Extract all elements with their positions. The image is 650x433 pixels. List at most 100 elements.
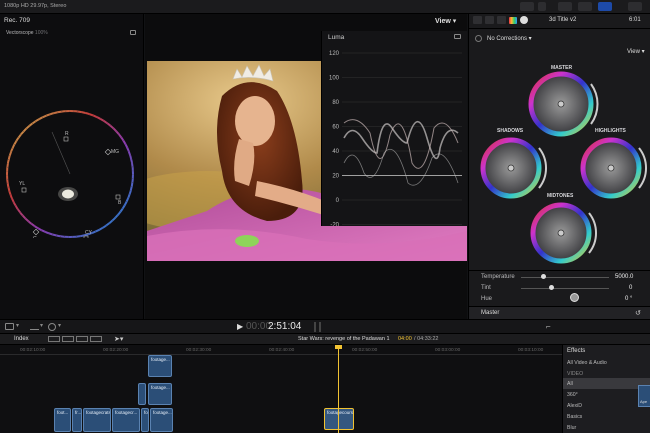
- effects-category[interactable]: All Video & Audio: [563, 357, 650, 368]
- svg-text:CY: CY: [85, 230, 93, 236]
- film-icon[interactable]: [473, 16, 482, 24]
- timeline[interactable]: 00:02:10:00 00:02:20:00 00:02:30:00 00:0…: [0, 345, 562, 433]
- view-menu[interactable]: View ▾: [435, 17, 456, 25]
- settings-icon[interactable]: [130, 30, 136, 35]
- format-meta: 1080p HD 29.97p, Stereo: [4, 3, 67, 9]
- timecode[interactable]: 2:51:04: [268, 321, 301, 332]
- luma-tick-label: 60: [332, 125, 339, 131]
- timeline-clip[interactable]: footage...: [150, 408, 173, 432]
- effects-category[interactable]: AlexiD: [563, 400, 650, 411]
- current-time: 04:00: [398, 336, 412, 342]
- info-icon[interactable]: [520, 16, 528, 24]
- selected-clip[interactable]: footagecourses: [324, 408, 354, 430]
- ruler-tick: 00:02:10:00: [20, 348, 46, 353]
- vectorscope-graph: R MG B CY G YL: [6, 110, 134, 238]
- inspector-footer: Master ↺: [469, 306, 650, 319]
- vectorscope-panel: Rec. 709 Vectorscope 100% R MG B CY G YL: [0, 14, 144, 319]
- connected-clip[interactable]: footage...: [148, 383, 172, 405]
- color-board-icon[interactable]: [475, 35, 482, 42]
- luma-tick-label: 120: [329, 51, 340, 57]
- connected-clip[interactable]: footage...: [148, 355, 172, 377]
- audio-icon[interactable]: [485, 16, 494, 24]
- reset-icon[interactable]: ↺: [635, 309, 641, 317]
- play-icon[interactable]: ▶: [237, 322, 243, 331]
- tint-knob[interactable]: [549, 285, 554, 290]
- temperature-knob[interactable]: [541, 274, 546, 279]
- luma-settings-icon[interactable]: [454, 34, 461, 39]
- luma-tick-label: 40: [332, 149, 339, 155]
- wheel-label-shadows: SHADOWS: [497, 128, 524, 134]
- effects-category[interactable]: Basics: [563, 411, 650, 422]
- speed-icon[interactable]: [48, 323, 56, 331]
- top-bar: 1080p HD 29.97p, Stereo: [0, 0, 650, 14]
- share-icon[interactable]: [520, 2, 534, 11]
- luma-tick-label: 0: [336, 198, 340, 204]
- color-inspector: 3d Title v2 6:01 No Corrections ▾ View ▾: [468, 14, 650, 319]
- index-button[interactable]: Index: [14, 336, 29, 342]
- effect-thumbnail[interactable]: Ape: [638, 385, 650, 407]
- wheel-label-highlights: HIGHLIGHTS: [595, 128, 626, 134]
- luma-tick-label: 100: [329, 76, 340, 82]
- effects-browser: Effects All Video & Audio VIDEO All 360°…: [562, 345, 650, 433]
- timeline-clip[interactable]: foot...: [54, 408, 71, 432]
- clip-appearance-icon[interactable]: [48, 336, 60, 342]
- inspector-toggle-icon[interactable]: [598, 2, 612, 11]
- color-icon[interactable]: [509, 17, 517, 24]
- timeline-clip[interactable]: footagecrats...: [83, 408, 111, 432]
- viewer: View ▾ Luma 120 100 80 60 40 20 0 -20: [145, 14, 467, 319]
- hue-value[interactable]: 0 °: [625, 296, 632, 302]
- timeline-ruler[interactable]: 00:02:10:00 00:02:20:00 00:02:30:00 00:0…: [0, 345, 562, 355]
- timeline-toolbar: ▾ ▾ ▾ ▶ 00:00 2:51:04 ⌐: [0, 319, 650, 334]
- wheel-label-midtones: MIDTONES: [547, 193, 574, 199]
- luma-tick-label: -20: [330, 223, 339, 227]
- tint-slider[interactable]: [521, 288, 609, 289]
- playhead-handle[interactable]: [335, 345, 342, 349]
- svg-text:R: R: [65, 131, 69, 137]
- connected-clip-stub[interactable]: [138, 383, 146, 405]
- luma-label: Luma: [328, 34, 345, 41]
- ruler-tick: 00:02:40:00: [269, 348, 295, 353]
- effects-header: Effects: [567, 348, 586, 354]
- insert-icon[interactable]: [76, 336, 88, 342]
- grid-view-icon[interactable]: [558, 2, 572, 11]
- hue-dial[interactable]: [570, 293, 579, 302]
- svg-text:G: G: [33, 236, 37, 238]
- effects-category[interactable]: All: [563, 378, 650, 389]
- trim-icon[interactable]: [30, 323, 39, 330]
- ruler-tick: 00:02:20:00: [103, 348, 129, 353]
- inspector-view-menu[interactable]: View ▾: [627, 48, 645, 55]
- temperature-slider[interactable]: [521, 277, 609, 278]
- clip-duration: 6:01: [629, 17, 641, 23]
- ruler-tick: 00:02:30:00: [186, 348, 212, 353]
- select-tool-icon[interactable]: ➤▾: [114, 335, 123, 343]
- effects-category[interactable]: Blur: [563, 422, 650, 433]
- browser-view-icon[interactable]: [578, 2, 592, 11]
- footer-master-label: Master: [481, 310, 500, 316]
- tint-value[interactable]: 0: [629, 285, 632, 291]
- text-icon[interactable]: [497, 16, 506, 24]
- layout-icon[interactable]: [5, 323, 14, 330]
- dropdown-icon[interactable]: [538, 2, 546, 11]
- export-icon[interactable]: [628, 2, 642, 11]
- timeline-clip[interactable]: footagecr...: [112, 408, 140, 432]
- effects-category[interactable]: 360°: [563, 389, 650, 400]
- timeline-clip[interactable]: fr...: [72, 408, 82, 432]
- luma-graph: 120 100 80 60 40 20 0 -20: [329, 51, 462, 227]
- luma-tick-label: 20: [332, 174, 339, 180]
- window-toggle-icon[interactable]: ⌐: [546, 322, 551, 331]
- svg-text:B: B: [118, 200, 122, 206]
- tint-label: Tint: [481, 285, 491, 291]
- trim-dropdown-icon[interactable]: ▾: [40, 322, 43, 329]
- temperature-label: Temperature: [481, 274, 515, 280]
- connect-icon[interactable]: [62, 336, 74, 342]
- timeline-clip[interactable]: foo...: [141, 408, 149, 432]
- ruler-tick: 00:03:00:00: [435, 348, 461, 353]
- temperature-value[interactable]: 5000.0: [615, 274, 633, 280]
- clip-title: 3d Title v2: [549, 17, 577, 23]
- layout-dropdown-icon[interactable]: ▾: [16, 322, 19, 329]
- append-icon[interactable]: [90, 336, 102, 342]
- corrections-dropdown[interactable]: No Corrections ▾: [487, 35, 532, 42]
- speed-dropdown-icon[interactable]: ▾: [58, 322, 61, 329]
- color-wheels: [480, 71, 648, 264]
- playhead[interactable]: [338, 345, 339, 433]
